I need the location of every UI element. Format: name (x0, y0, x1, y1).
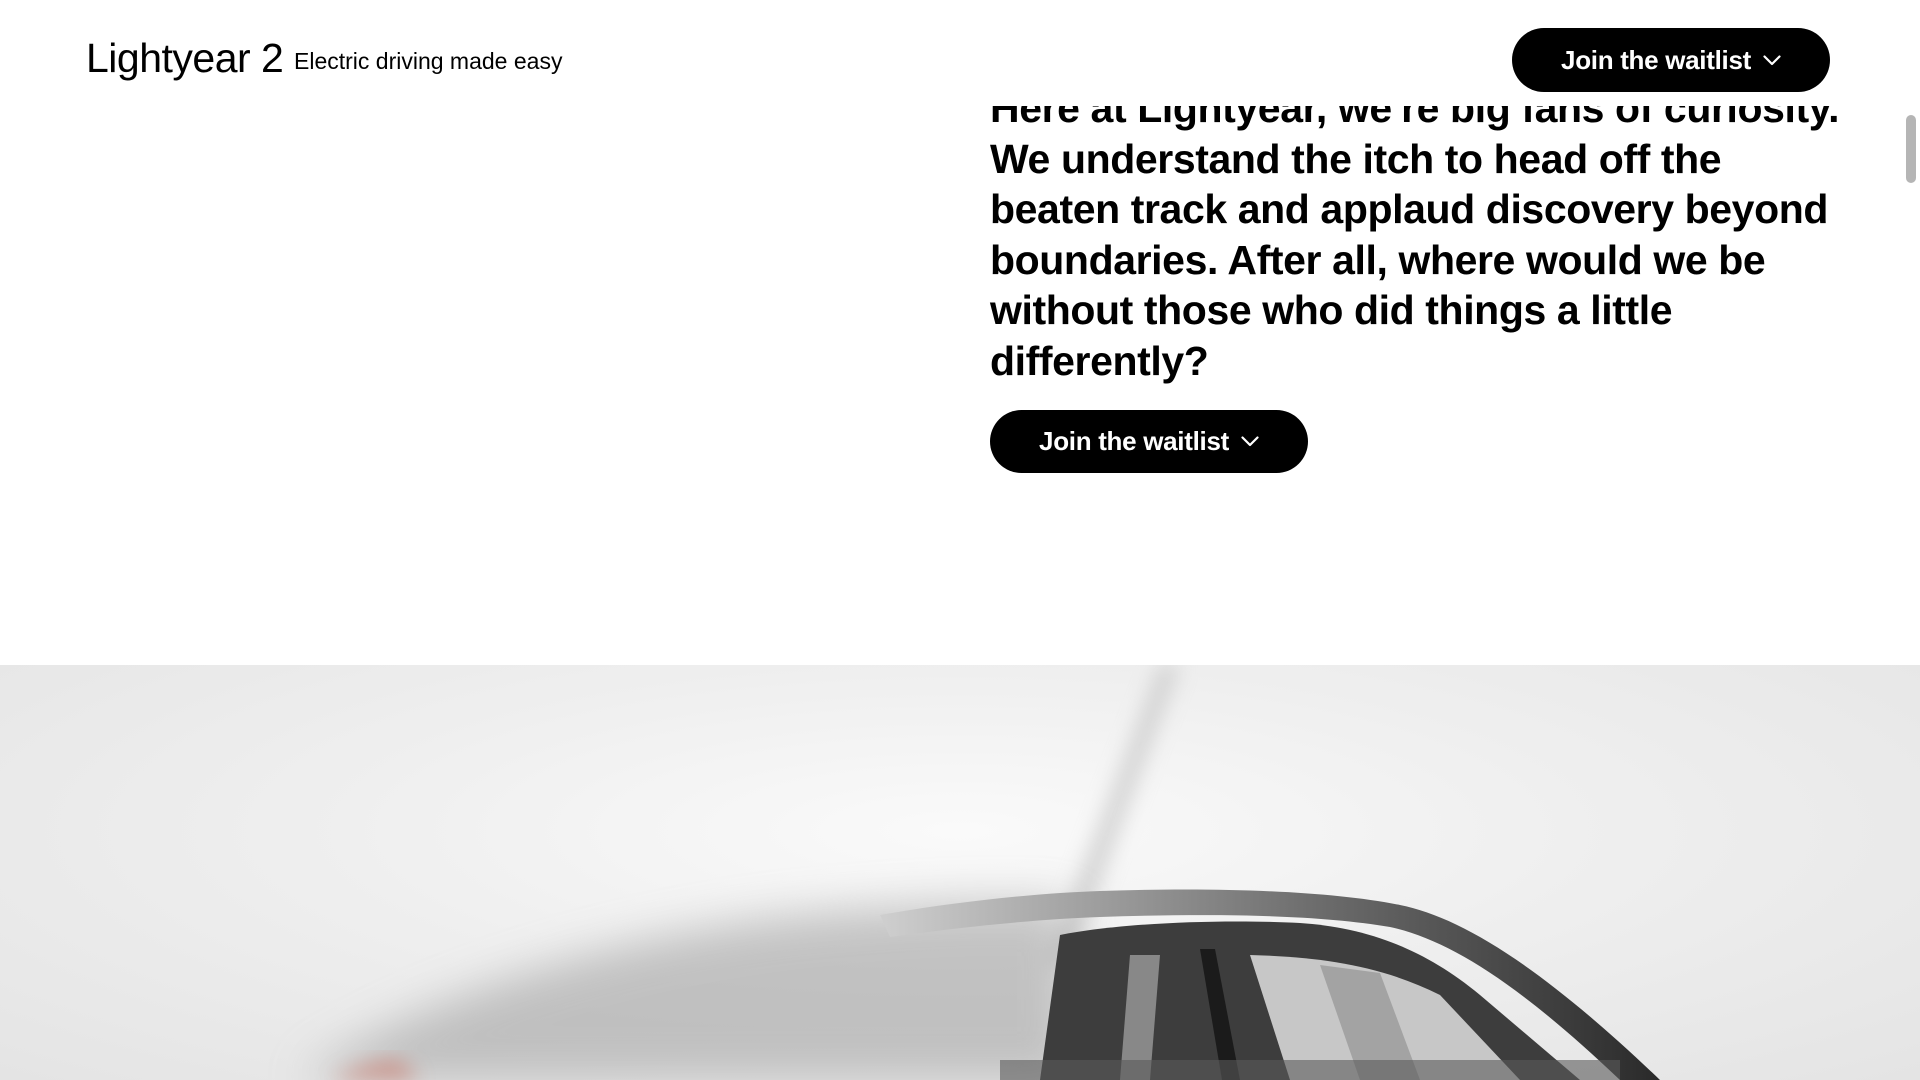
brand-logo[interactable]: Lightyear 2 (86, 34, 284, 82)
site-header: Lightyear 2 Electric driving made easy J… (0, 0, 1920, 106)
join-waitlist-header-button[interactable]: Join the waitlist (1512, 28, 1830, 92)
hero-line: without those who did things a little (990, 287, 1673, 333)
page: Lightyear 2 Electric driving made easy J… (0, 0, 1920, 1080)
hero-line: beaten track and applaud discovery beyon… (990, 186, 1829, 232)
scrollbar-thumb[interactable] (1906, 115, 1916, 183)
chevron-down-icon (1241, 436, 1259, 447)
car-photo (0, 665, 1920, 1080)
hero-line: boundaries. After all, where would we be (990, 236, 1766, 283)
brand-tagline: Electric driving made easy (294, 48, 563, 74)
hero-line: differently? (990, 337, 1209, 384)
hero-line: We understand the itch to head off the (990, 135, 1722, 182)
join-waitlist-header-label: Join the waitlist (1561, 44, 1751, 75)
hero-paragraph: Here at Lightyear, we're big fans of cur… (990, 83, 1860, 386)
chevron-down-icon (1763, 54, 1781, 65)
join-waitlist-button[interactable]: Join the waitlist (990, 410, 1308, 473)
join-waitlist-label: Join the waitlist (1039, 426, 1229, 456)
car-illustration (300, 665, 1660, 1080)
